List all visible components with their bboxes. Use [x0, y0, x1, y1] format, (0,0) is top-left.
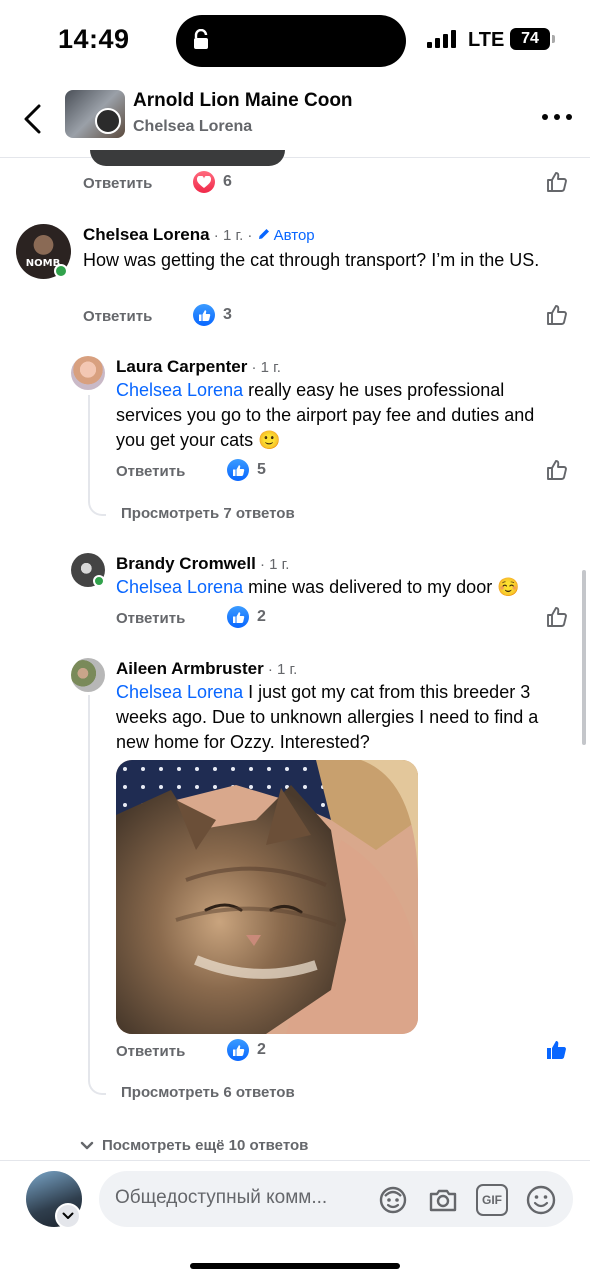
comment-actions: Ответить	[116, 605, 185, 631]
reply-button[interactable]: Ответить	[116, 610, 185, 627]
comment-meta: · 1 г.	[263, 661, 298, 678]
comment-author-line: Laura Carpenter · 1 г.	[116, 357, 281, 377]
reaction-count: 6	[223, 173, 232, 190]
reaction-summary[interactable]: 5	[227, 459, 266, 481]
comment-actions: Ответить	[116, 458, 185, 484]
unlock-icon	[194, 29, 208, 49]
chevron-down-icon[interactable]	[55, 1203, 81, 1229]
reply-button[interactable]: Ответить	[116, 463, 185, 480]
home-indicator[interactable]	[190, 1263, 400, 1269]
reaction-summary[interactable]: 6	[193, 171, 232, 193]
battery-indicator: 74	[510, 28, 555, 50]
heart-reaction-icon	[193, 171, 215, 193]
reply-button[interactable]: Ответить	[83, 175, 152, 192]
online-indicator	[93, 575, 105, 587]
gif-icon[interactable]: GIF	[476, 1184, 508, 1216]
status-bar: 14:49 LTE 74	[0, 0, 590, 80]
post-header: Arnold Lion Maine Coon Chelsea Lorena	[0, 80, 590, 158]
camera-icon[interactable]	[427, 1184, 459, 1216]
reaction-summary[interactable]: 3	[193, 304, 232, 326]
reaction-count: 5	[257, 461, 266, 478]
comment-author-line: Brandy Cromwell · 1 г.	[116, 554, 289, 574]
comment-text: Chelsea Lorena really easy he uses profe…	[116, 380, 535, 450]
author-badge: Автор	[257, 227, 315, 244]
thumbs-up-icon[interactable]	[545, 170, 569, 194]
comment-text: How was getting the cat through transpor…	[83, 250, 540, 270]
thread-connector	[88, 1077, 106, 1095]
like-reaction-icon	[227, 606, 249, 628]
comment-input[interactable]: Общедоступный комм... GIF	[99, 1171, 573, 1227]
cat-photo[interactable]	[116, 760, 418, 1034]
comment-author[interactable]: Chelsea Lorena	[83, 225, 210, 244]
thread-line	[88, 395, 90, 498]
scrollbar[interactable]	[582, 570, 586, 745]
thread-connector	[88, 498, 106, 516]
chevron-left-icon[interactable]	[20, 102, 46, 136]
reaction-count: 2	[257, 1041, 266, 1058]
reaction-summary[interactable]: 2	[227, 606, 266, 628]
thumbs-up-icon[interactable]	[545, 605, 569, 629]
thread-line	[88, 695, 90, 1077]
thumbs-up-icon[interactable]	[545, 458, 569, 482]
pencil-icon	[258, 229, 269, 239]
comment-author-line: Chelsea Lorena · 1 г. · Автор	[83, 225, 315, 245]
network-type: LTE	[468, 29, 505, 51]
comment-text: Chelsea Lorena mine was delivered to my …	[116, 577, 520, 597]
comment-meta: · 1 г. ·	[209, 227, 257, 244]
reply-button[interactable]: Ответить	[116, 1043, 185, 1060]
comment-author[interactable]: Laura Carpenter	[116, 357, 247, 376]
page-subtitle[interactable]: Chelsea Lorena	[133, 118, 252, 136]
reaction-summary[interactable]: 2	[227, 1039, 266, 1061]
comment-author-line: Aileen Armbruster · 1 г.	[116, 659, 297, 679]
view-replies-link[interactable]: Просмотреть 7 ответов	[121, 505, 295, 522]
comment-meta: · 1 г.	[247, 359, 281, 376]
page-title[interactable]: Arnold Lion Maine Coon	[133, 90, 353, 112]
comment-meta: · 1 г.	[255, 556, 290, 573]
like-reaction-icon	[227, 459, 249, 481]
previous-image-edge	[90, 150, 285, 166]
avatar[interactable]	[71, 356, 105, 390]
reaction-count: 3	[223, 306, 232, 323]
reaction-count: 2	[257, 608, 266, 625]
comment-input-placeholder: Общедоступный комм...	[115, 1187, 328, 1208]
more-horizontal-icon[interactable]	[542, 114, 572, 122]
thumbs-up-icon[interactable]	[545, 303, 569, 327]
like-reaction-icon	[193, 304, 215, 326]
comment-actions: Ответить	[83, 170, 152, 196]
online-indicator	[54, 264, 68, 278]
comment-author[interactable]: Aileen Armbruster	[116, 659, 264, 678]
comment-actions: Ответить	[116, 1038, 185, 1064]
comment-text: Chelsea Lorena I just got my cat from th…	[116, 682, 539, 752]
status-time: 14:49	[58, 24, 130, 54]
mention-link[interactable]: Chelsea Lorena	[116, 577, 243, 597]
thumbs-up-filled-icon[interactable]	[545, 1038, 569, 1062]
mention-link[interactable]: Chelsea Lorena	[116, 682, 243, 702]
more-replies-link[interactable]: Посмотреть ещё 10 ответов	[80, 1137, 308, 1154]
comment-composer: Общедоступный комм... GIF	[0, 1160, 590, 1280]
comment-actions: Ответить	[83, 303, 152, 329]
chevron-down-icon	[80, 1141, 94, 1149]
signal-icon	[427, 30, 459, 48]
avatar-sticker-icon[interactable]	[377, 1184, 409, 1216]
view-replies-link[interactable]: Просмотреть 6 ответов	[121, 1084, 295, 1101]
avatar[interactable]	[71, 658, 105, 692]
comment-author[interactable]: Brandy Cromwell	[116, 554, 256, 573]
mention-link[interactable]: Chelsea Lorena	[116, 380, 243, 400]
group-avatar[interactable]	[65, 90, 125, 138]
emoji-icon[interactable]	[525, 1184, 557, 1216]
reply-button[interactable]: Ответить	[83, 308, 152, 325]
like-reaction-icon	[227, 1039, 249, 1061]
